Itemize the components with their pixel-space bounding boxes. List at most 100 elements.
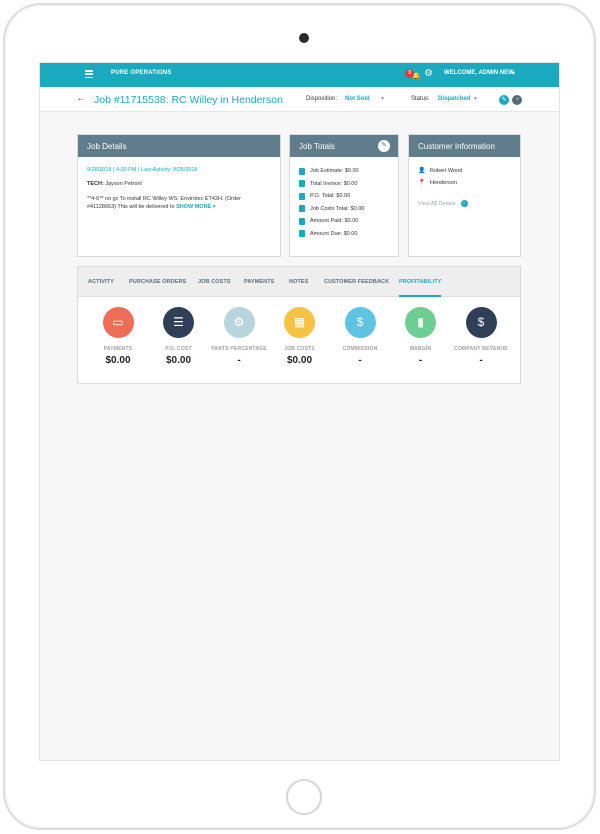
disposition-select[interactable]: Not Sold <box>345 96 370 102</box>
status-select[interactable]: Dispatched <box>438 96 470 102</box>
job-details-card: Job Details 9/28/2018 | 4:00 PM | Last A… <box>77 134 281 257</box>
job-total-text: Amount Paid: $0.00 <box>310 218 359 225</box>
hamburger-menu-icon[interactable] <box>85 70 93 78</box>
app-screen: PURE OPERATIONS 3 🔔 ⚙ WELCOME, ADMIN NEW… <box>39 62 560 761</box>
tab-activity[interactable]: ACTIVITY <box>88 279 114 285</box>
edit-totals-button[interactable]: ✎ <box>378 140 390 152</box>
page-title: Job #11715538: RC Willey in Henderson <box>94 94 283 106</box>
job-total-row: Amount Due: $0.00 <box>299 230 389 239</box>
home-button[interactable] <box>286 779 322 815</box>
active-tab-indicator <box>399 295 441 297</box>
job-total-row: Total Invoice: $0.00 <box>299 180 389 189</box>
view-all-details-link[interactable]: View All Details › <box>418 200 511 207</box>
tab-job-costs[interactable]: JOB COSTS <box>198 279 231 285</box>
metric-payments: ▭ PAYMENTS $0.00 <box>88 307 148 366</box>
tab-customer-feedback[interactable]: CUSTOMER FEEDBACK <box>324 279 389 285</box>
tech-name: Jayson Petroni <box>105 181 142 187</box>
show-more-link[interactable]: SHOW MORE <box>176 204 211 210</box>
job-description: **4-6** no gc To install RC Willey WS: E… <box>87 195 271 211</box>
dollar-document-icon-glyph: $ <box>356 315 364 329</box>
show-more-caret-icon[interactable]: ▾ <box>213 204 216 210</box>
welcome-user-menu[interactable]: WELCOME, ADMIN NEW <box>444 70 514 76</box>
metric-label: JOB COSTS <box>284 346 315 352</box>
tech-line: TECH: Jayson Petroni <box>87 181 271 187</box>
disposition-label: Disposition: <box>306 96 338 102</box>
credit-card-icon-glyph: ▭ <box>112 315 124 329</box>
clipboard-icon: ☰ <box>163 307 194 338</box>
edit-job-button[interactable]: ✎ <box>499 95 509 105</box>
presentation-board-icon: $ <box>465 307 497 338</box>
metric-label: MARGIN <box>409 346 432 352</box>
job-total-row: Job Estimate: $0.00 <box>299 167 389 176</box>
chart-button[interactable]: ◔ <box>512 95 522 105</box>
metric-label: COMMISSION <box>342 346 378 352</box>
job-header: ← Job #11715538: RC Willey in Henderson … <box>40 87 559 112</box>
job-totals-header: Job Totals ✎ <box>290 135 398 157</box>
top-bar: PURE OPERATIONS 3 🔔 ⚙ WELCOME, ADMIN NEW… <box>40 63 559 87</box>
tab-bar: ACTIVITY PURCHASE ORDERS JOB COSTS PAYMENTS… <box>78 267 520 297</box>
metric-label: PARTS PERCENTAGE <box>211 346 267 352</box>
chevron-down-icon[interactable]: ▾ <box>512 70 515 77</box>
notifications[interactable]: 3 🔔 <box>405 69 421 80</box>
metric-job-costs: ▦ JOB COSTS $0.00 <box>270 307 330 366</box>
tab-profitability[interactable]: PROFITABILITY <box>399 279 441 285</box>
job-details-header: Job Details <box>78 135 280 157</box>
metric-label: PAYMENTS <box>103 346 133 352</box>
bell-icon: 🔔 <box>412 73 421 80</box>
disposition-caret-icon[interactable]: ▾ <box>381 95 384 102</box>
tab-notes[interactable]: NOTES <box>289 279 308 285</box>
description-text: **4-6** no gc To install RC Willey WS: E… <box>87 196 241 210</box>
document-icon <box>299 167 305 175</box>
document-icon <box>299 192 305 200</box>
document-icon <box>299 230 305 238</box>
tab-purchase-orders[interactable]: PURCHASE ORDERS <box>129 279 186 285</box>
customer-location-row: 📍 Henderson <box>418 179 511 187</box>
metric-value: $0.00 <box>286 355 313 366</box>
brand-title: PURE OPERATIONS <box>111 70 172 76</box>
job-total-row: P.O. Total: $0.00 <box>299 192 389 201</box>
metric-company-revenue: $ COMPANY REVENUE - <box>451 307 511 366</box>
metric-label: COMPANY REVENUE <box>454 346 508 352</box>
job-totals-title: Job Totals <box>299 142 335 151</box>
metric-margin: ▮ MARGIN - <box>391 307 451 366</box>
metric-value: $0.00 <box>165 355 192 366</box>
presentation-board-icon-glyph: $ <box>477 315 485 329</box>
job-total-text: Job Estimate: $0.00 <box>310 168 359 175</box>
bar-chart-icon-glyph: ▮ <box>417 315 424 329</box>
person-icon: 👤 <box>418 168 426 174</box>
metric-value: - <box>237 355 241 366</box>
dollar-document-icon: $ <box>344 307 376 338</box>
job-total-text: Amount Due: $0.00 <box>310 230 358 237</box>
document-icon <box>299 205 305 213</box>
metric-value: $0.00 <box>105 355 131 366</box>
metric-parts-percentage: ⚙ PARTS PERCENTAGE - <box>209 307 269 366</box>
customer-name: Robert Wood <box>430 167 463 174</box>
back-arrow-icon[interactable]: ← <box>76 93 86 104</box>
bar-chart-icon: ▮ <box>405 307 436 338</box>
metric-value: - <box>418 355 423 366</box>
job-totals-list: Job Estimate: $0.00 Total Invoice: $0.00 P… <box>290 157 398 246</box>
customer-name-row: 👤 Robert Wood <box>418 167 511 175</box>
job-total-row: Job Costs Total: $0.00 <box>299 205 389 214</box>
gears-icon: ⚙ <box>223 307 255 338</box>
location-pin-icon: 📍 <box>418 180 426 186</box>
metric-label: P.O. COST <box>165 346 192 352</box>
gear-icon[interactable]: ⚙ <box>424 68 433 80</box>
customer-info-header: Customer Information <box>409 135 520 157</box>
status-label: Status: <box>411 96 430 102</box>
job-date-meta: 9/28/2018 | 4:00 PM | Last Activity: 9/2… <box>87 167 198 173</box>
camera-icon <box>299 33 309 43</box>
metric-commission: $ COMMISSION - <box>330 307 390 366</box>
job-total-row: Amount Paid: $0.00 <box>299 217 389 226</box>
job-total-text: P.O. Total: $0.00 <box>310 193 351 200</box>
customer-location: Henderson <box>430 179 457 186</box>
tab-payments[interactable]: PAYMENTS <box>244 279 274 285</box>
clipboard-icon-glyph: ☰ <box>173 315 184 329</box>
job-total-text: Total Invoice: $0.00 <box>310 180 358 187</box>
metric-value: - <box>479 355 483 366</box>
job-tabs-panel: ACTIVITY PURCHASE ORDERS JOB COSTS PAYMENTS… <box>77 266 521 384</box>
calculator-icon-glyph: ▦ <box>293 315 306 329</box>
gears-icon-glyph: ⚙ <box>233 315 245 329</box>
status-caret-icon[interactable]: ▾ <box>474 95 477 102</box>
document-icon <box>299 180 305 188</box>
